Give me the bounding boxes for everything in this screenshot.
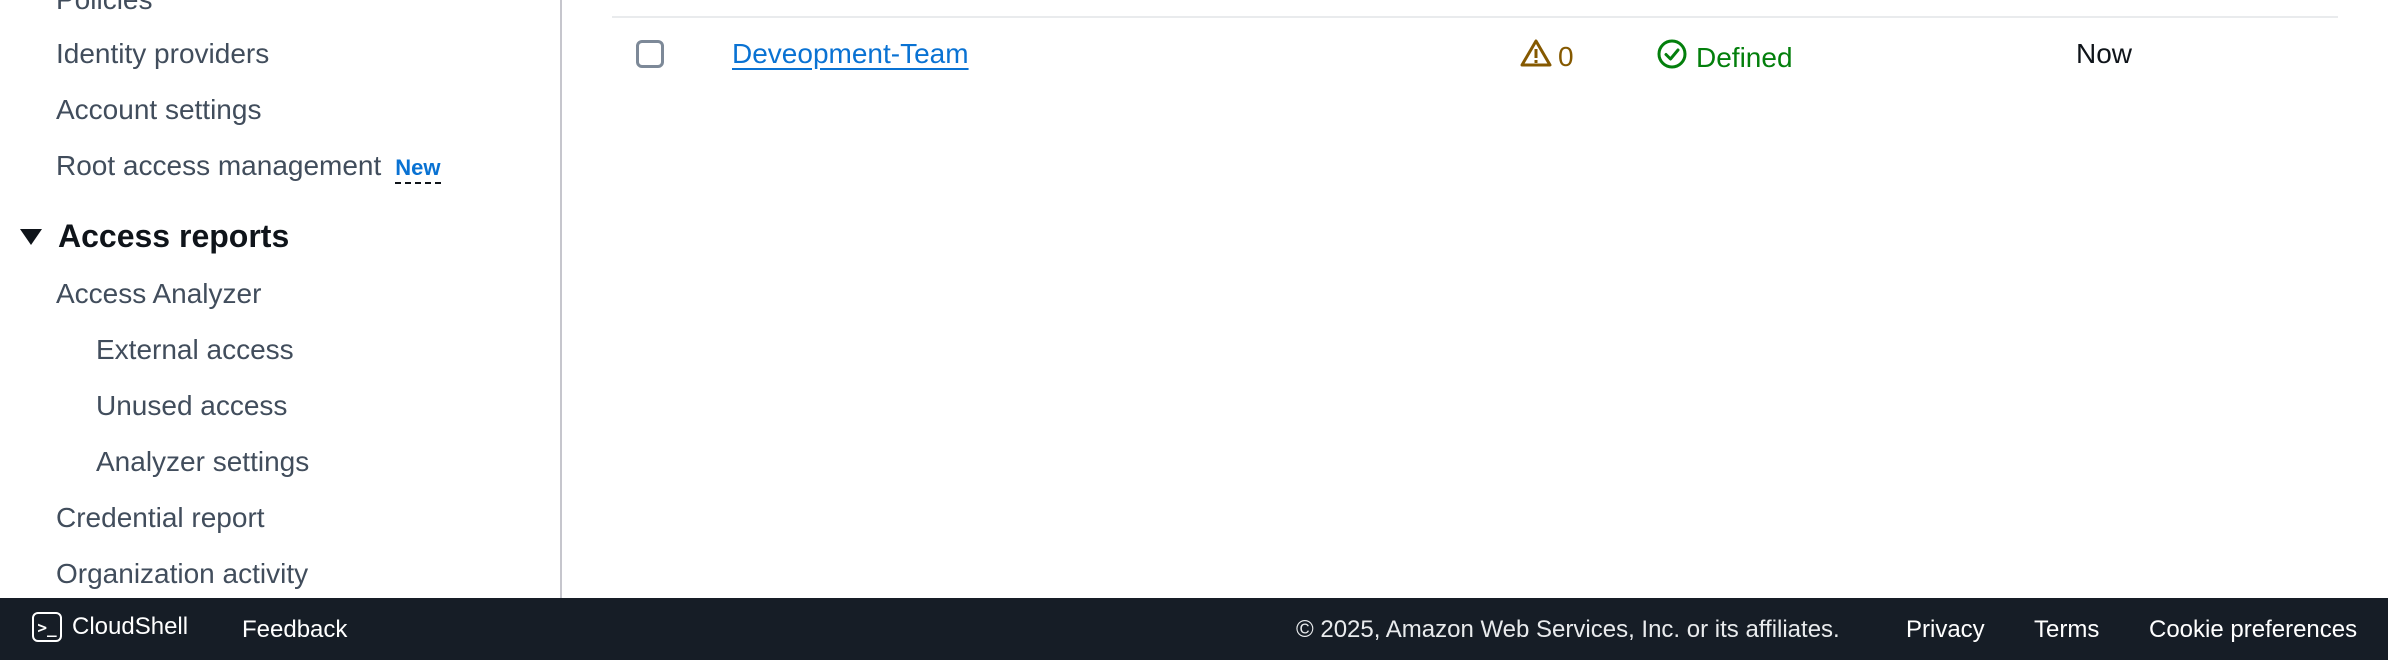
row-select-checkbox[interactable] [636,40,664,68]
sidebar-item-label: Root access management [56,150,382,181]
feedback-button[interactable]: Feedback [242,616,347,644]
terms-link[interactable]: Terms [2034,616,2099,644]
sidebar-item-root-access-management[interactable]: Root access management New [56,150,441,184]
sidebar-item-credential-report[interactable]: Credential report [56,502,265,534]
status-label: Defined [1696,41,1793,73]
check-circle-icon [1656,38,1688,77]
sidebar-item-unused-access[interactable]: Unused access [96,390,287,422]
sidebar-item-policies[interactable]: Policies [56,0,152,16]
sidebar-item-analyzer-settings[interactable]: Analyzer settings [96,446,309,478]
copyright-text: © 2025, Amazon Web Services, Inc. or its… [1296,616,1840,643]
console-footer: >_ CloudShell Feedback © 2025, Amazon We… [0,598,2388,660]
warning-count-value: 0 [1558,40,1574,72]
new-badge[interactable]: New [395,155,441,184]
sidebar-item-organization-activity[interactable]: Organization activity [56,558,308,590]
warning-count: 0 [1520,38,1574,75]
sidebar-item-account-settings[interactable]: Account settings [56,94,261,126]
cloudshell-icon: >_ [32,612,62,642]
last-updated-value: Now [2076,38,2133,69]
section-title: Access reports [58,218,290,254]
sidebar-item-access-analyzer[interactable]: Access Analyzer [56,278,261,310]
privacy-link[interactable]: Privacy [1906,616,1985,644]
cookie-preferences-link[interactable]: Cookie preferences [2149,616,2357,644]
table-row: Deveopment-Team 0 Defined Now [562,18,2388,92]
cloudshell-button[interactable]: >_ CloudShell [32,612,188,642]
status-indicator: Defined [1656,38,1793,77]
side-navigation: Policies Identity providers Account sett… [0,0,562,598]
main-content: Deveopment-Team 0 Defined Now [562,0,2388,598]
access-reports-section-toggle[interactable]: Access reports [18,218,289,255]
group-name-link[interactable]: Deveopment-Team [732,38,969,70]
sidebar-item-external-access[interactable]: External access [96,334,294,366]
sidebar-item-identity-providers[interactable]: Identity providers [56,38,269,70]
cloudshell-label: CloudShell [72,613,189,640]
caret-down-icon [20,228,42,245]
warning-icon [1520,38,1552,75]
